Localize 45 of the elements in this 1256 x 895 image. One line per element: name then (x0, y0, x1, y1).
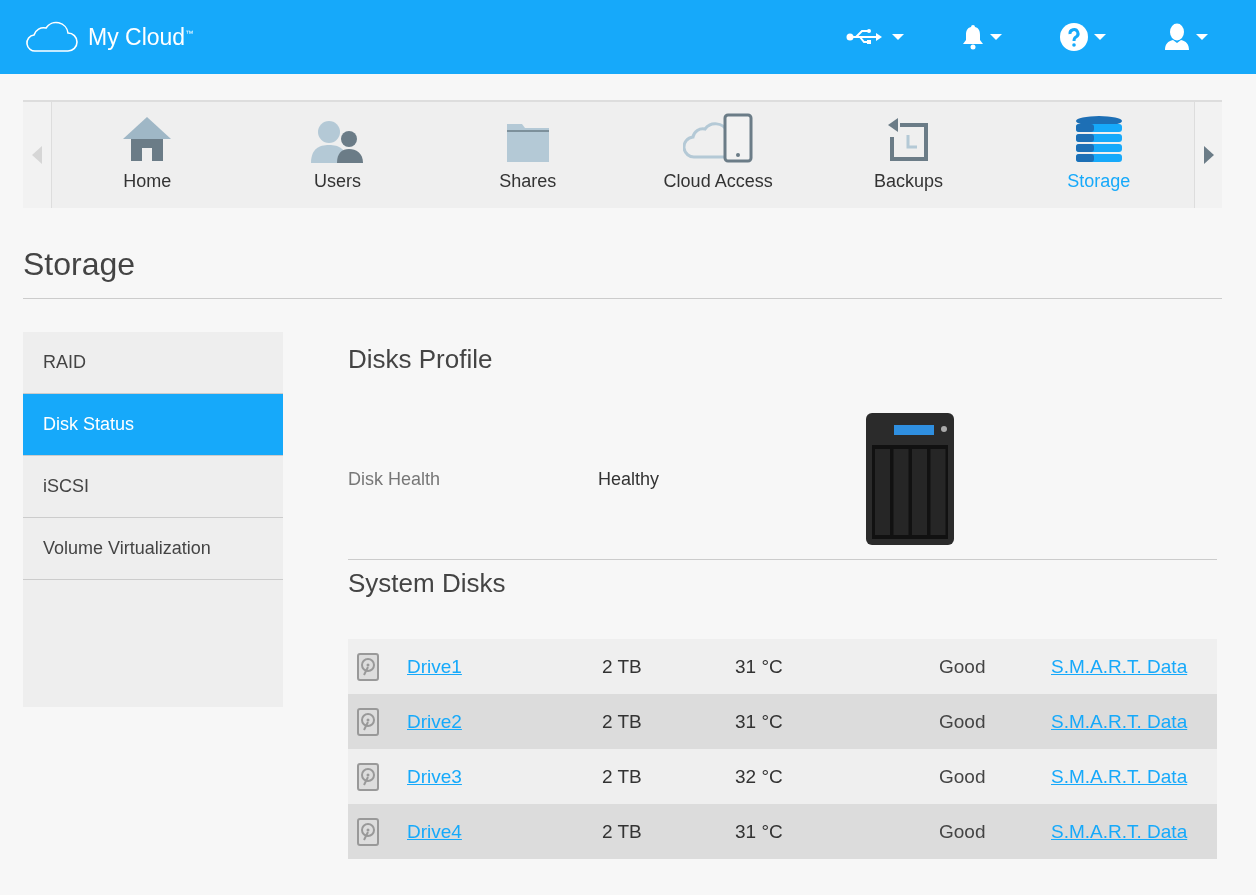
table-cell-text: 31 °C (735, 655, 784, 678)
smart-data-link[interactable]: S.M.A.R.T. Data (1051, 820, 1188, 843)
nav-tab[interactable]: Shares (432, 102, 623, 208)
smart-data-link[interactable]: S.M.A.R.T. Data (1051, 765, 1188, 788)
field-label: Disk Health (348, 468, 442, 490)
notifications-button[interactable] (962, 24, 1002, 50)
sidebar-item[interactable]: Disk Status (23, 394, 283, 456)
field-value: Healthy (598, 468, 661, 490)
user-menu-button[interactable] (1164, 23, 1208, 51)
drive-link[interactable]: Drive1 (407, 655, 602, 678)
table-cell-text: 2 TB (602, 765, 643, 788)
backup-clock-icon (886, 117, 931, 163)
table-cell-text: Good (939, 655, 987, 678)
table-cell-text: 31 °C (735, 820, 784, 843)
drive-link[interactable]: Drive3 (407, 765, 602, 788)
table-cell-text: 2 TB (602, 710, 643, 733)
users-icon (309, 119, 366, 163)
nav-tab[interactable]: Backups (813, 102, 1004, 208)
nav-tab[interactable]: Cloud Access (623, 102, 814, 208)
cloud-phone-icon (683, 113, 754, 163)
section-title: System Disks (348, 568, 507, 599)
page-title: Storage (23, 245, 137, 284)
drive-link[interactable]: Drive2 (407, 710, 602, 733)
table-cell-text: Good (939, 710, 987, 733)
left-triangle-icon (32, 146, 42, 164)
table-cell-text: Good (939, 765, 987, 788)
smart-data-link[interactable]: S.M.A.R.T. Data (1051, 710, 1188, 733)
nav-tab[interactable]: Users (242, 102, 433, 208)
drive-link[interactable]: Drive4 (407, 820, 602, 843)
folder-icon (505, 123, 550, 163)
usb-menu-button[interactable] (846, 29, 904, 45)
cloud-logo-icon (24, 21, 78, 53)
section-title: Disks Profile (348, 344, 494, 375)
help-button[interactable] (1060, 23, 1106, 51)
database-stack-icon (1073, 115, 1124, 163)
table-cell-text: 32 °C (735, 765, 784, 788)
smart-data-link[interactable]: S.M.A.R.T. Data (1051, 655, 1188, 678)
table-cell-text: Good (939, 820, 987, 843)
nav-tab[interactable]: Home (52, 102, 243, 208)
logo-text: My Cloud$^{™}$ (88, 23, 194, 51)
table-cell-text: 31 °C (735, 710, 784, 733)
right-triangle-icon (1203, 146, 1214, 164)
table-cell-text: 2 TB (602, 655, 643, 678)
nav-tab[interactable]: Storage (1003, 102, 1194, 208)
table-cell-text: 2 TB (602, 820, 643, 843)
